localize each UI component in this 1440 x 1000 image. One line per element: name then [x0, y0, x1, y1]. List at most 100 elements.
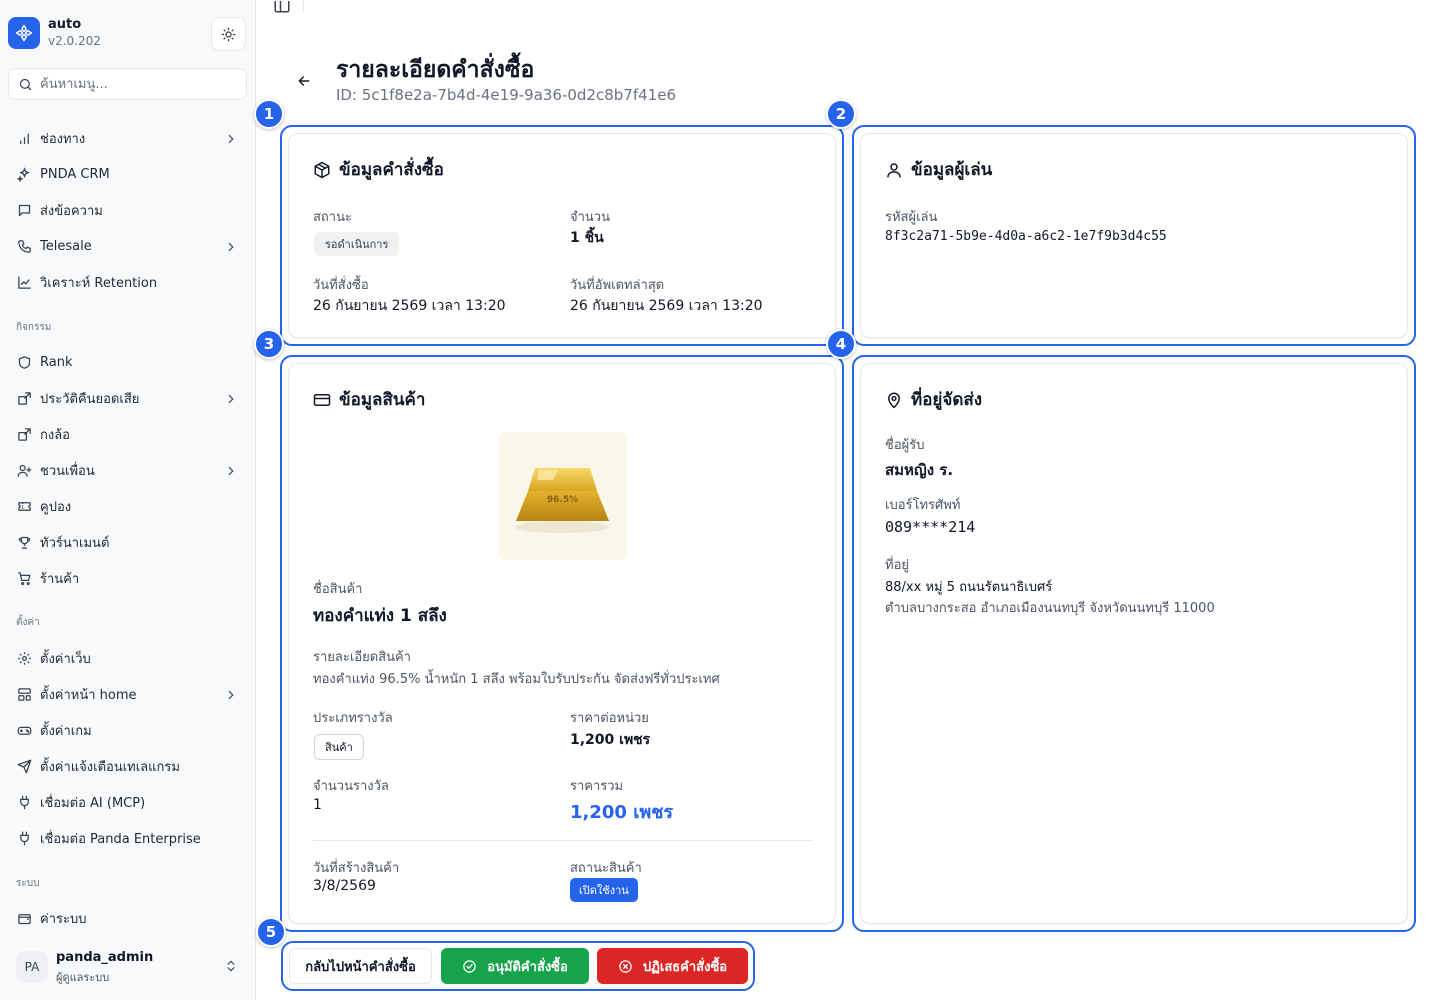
theme-toggle-button[interactable] — [211, 17, 246, 51]
card-title: ข้อมูลผู้เล่น — [911, 160, 993, 180]
user-name: panda_admin — [56, 950, 154, 965]
product-info-card: ข้อมูลสินค้า 96.5% ชื่อสินค้า ทองคำแท่ง … — [288, 363, 836, 924]
credit-card-icon — [313, 393, 331, 406]
sidebar-item-panda-enterprise[interactable]: เชื่อมต่อ Panda Enterprise — [8, 823, 248, 853]
approve-order-button[interactable]: อนุมัติคำสั่งซื้อ — [441, 948, 589, 984]
back-button[interactable] — [292, 70, 316, 92]
back-to-orders-button[interactable]: กลับไปหน้าคำสั่งซื้อ — [289, 948, 432, 984]
sidebar-item-system-values[interactable]: ค่าระบบ — [8, 903, 248, 933]
sidebar-item-label: Rank — [40, 354, 73, 370]
sidebar-item-coupons[interactable]: คูปอง — [8, 491, 248, 521]
card-title: ที่อยู่จัดส่ง — [911, 390, 983, 410]
sidebar-item-invite-friends[interactable]: ชวนเพื่อน — [8, 455, 248, 485]
address-line-2: ตำบลบางกระสอ อำเภอเมืองนนทบุรี จังหวัดนน… — [885, 601, 1215, 616]
sidebar-item-label: ตั้งค่าหน้า home — [40, 687, 137, 703]
message-icon — [16, 202, 32, 218]
chevron-right-icon — [224, 239, 238, 258]
chevron-right-icon — [224, 687, 238, 706]
sidebar-item-retention[interactable]: วิเคราะห์ Retention — [8, 267, 248, 297]
sidebar-item-label: ทัวร์นาเมนต์ — [40, 535, 110, 551]
sidebar-item-label: เชื่อมต่อ AI (MCP) — [40, 795, 146, 811]
product-image: 96.5% — [498, 432, 627, 560]
recipient-value: สมหญิง ร. — [885, 461, 954, 479]
recipient-label: ชื่อผู้รับ — [885, 438, 925, 453]
order-id: ID: 5c1f8e2a-7b4d-4e19-9a36-0d2c8b7f41e6 — [336, 86, 676, 104]
step-badge-5: 5 — [256, 917, 286, 947]
address-label: ที่อยู่ — [885, 558, 909, 573]
sidebar-item-send-message[interactable]: ส่งข้อความ — [8, 195, 248, 225]
sidebar-item-telegram-settings[interactable]: ตั้งค่าแจ้งเตือนเทเลแกรม — [8, 751, 248, 781]
reject-order-label: ปฏิเสธคำสั่งซื้อ — [642, 959, 728, 975]
sidebar-item-label: ตั้งค่าแจ้งเตือนเทเลแกรม — [40, 759, 180, 775]
reward-quantity-label: จำนวนรางวัล — [313, 779, 389, 794]
sidebar-item-channels[interactable]: ช่องทาง — [8, 123, 248, 153]
sidebar-item-game-settings[interactable]: ตั้งค่าเกม — [8, 715, 248, 745]
product-status-label: สถานะสินค้า — [570, 861, 642, 876]
check-circle-icon — [463, 959, 476, 973]
arrow-left-icon — [298, 76, 310, 86]
sidebar-item-shop[interactable]: ร้านค้า — [8, 563, 248, 593]
sidebar-toggle-icon[interactable] — [273, 0, 291, 19]
sidebar-item-label: เชื่อมต่อ Panda Enterprise — [40, 831, 201, 847]
quantity-label: จำนวน — [570, 210, 610, 225]
sidebar-item-ai-mcp[interactable]: เชื่อมต่อ AI (MCP) — [8, 787, 248, 817]
app-version: v2.0.202 — [48, 34, 101, 48]
plug-icon — [16, 794, 32, 810]
order-date-value: 26 กันยายน 2569 เวลา 13:20 — [313, 298, 506, 314]
layout-icon — [16, 686, 32, 702]
sidebar-item-cashback-history[interactable]: ประวัติคืนยอดเสีย — [8, 383, 248, 413]
product-detail-label: รายละเอียดสินค้า — [313, 650, 411, 665]
sidebar-item-telesale[interactable]: Telesale — [8, 231, 248, 261]
total-price-value: 1,200 เพชร — [570, 802, 674, 823]
phone-label: เบอร์โทรศัพท์ — [885, 498, 961, 513]
step-badge-1: 1 — [254, 99, 284, 129]
app-root: auto v2.0.202 ช่องทาง PNDA CRM ส่งข้อควา… — [0, 0, 1440, 1000]
section-label-settings: ตั้งค่า — [16, 617, 40, 628]
map-pin-icon — [888, 392, 900, 408]
reward-type-badge: สินค้า — [314, 734, 364, 760]
app-logo-icon[interactable] — [8, 17, 40, 49]
sidebar-item-label: ตั้งค่าเกม — [40, 723, 92, 739]
sun-icon — [221, 27, 236, 41]
send-icon — [16, 758, 32, 774]
trophy-icon — [16, 534, 32, 550]
package-icon — [314, 161, 330, 178]
status-label: สถานะ — [313, 210, 352, 225]
ticket-icon — [16, 498, 32, 514]
line-chart-icon — [16, 274, 32, 290]
unit-price-label: ราคาต่อหน่วย — [570, 711, 649, 726]
sidebar-item-label: PNDA CRM — [40, 166, 110, 182]
divider — [313, 840, 812, 841]
card-header: ข้อมูลสินค้า — [313, 386, 425, 413]
product-detail-value: ทองคำแท่ง 96.5% น้ำหนัก 1 สลึง พร้อมใบรั… — [313, 672, 720, 687]
sidebar-item-web-settings[interactable]: ตั้งค่าเว็บ — [8, 643, 248, 673]
reward-quantity-value: 1 — [313, 797, 322, 813]
sidebar-item-wheel[interactable]: กงล้อ — [8, 419, 248, 449]
sidebar-item-home-settings[interactable]: ตั้งค่าหน้า home — [8, 679, 248, 709]
step-badge-4: 4 — [826, 329, 856, 359]
search-icon — [19, 78, 32, 90]
chevron-right-icon — [224, 131, 238, 150]
order-info-card: ข้อมูลคำสั่งซื้อ สถานะ รอดำเนินการ จำนวน… — [288, 133, 836, 338]
box-arrow-icon — [16, 390, 32, 406]
reject-order-button[interactable]: ปฏิเสธคำสั่งซื้อ — [597, 948, 748, 984]
product-created-value: 3/8/2569 — [313, 878, 376, 894]
avatar: PA — [16, 951, 48, 983]
sidebar-item-label: กงล้อ — [40, 427, 70, 443]
sidebar-item-label: ร้านค้า — [40, 571, 80, 587]
sidebar-item-rank[interactable]: Rank — [8, 347, 248, 377]
sidebar-item-label: ประวัติคืนยอดเสีย — [40, 391, 140, 407]
status-badge: รอดำเนินการ — [314, 232, 400, 256]
sidebar-item-tournament[interactable]: ทัวร์นาเมนต์ — [8, 527, 248, 557]
section-label-activities: กิจกรรม — [16, 322, 52, 333]
sidebar-item-pnda-crm[interactable]: PNDA CRM — [8, 159, 248, 189]
user-menu[interactable]: PA panda_admin ผู้ดูแลระบบ — [8, 944, 248, 990]
sidebar-item-label: Telesale — [40, 238, 92, 254]
page-title: รายละเอียดคำสั่งซื้อ — [336, 57, 535, 83]
user-icon — [887, 162, 901, 177]
app-name: auto — [48, 17, 82, 32]
chevron-right-icon — [224, 463, 238, 482]
address-line-1: 88/xx หมู่ 5 ถนนรัตนาธิเบศร์ — [885, 580, 1053, 595]
menu-search-input[interactable] — [40, 76, 240, 92]
total-price-label: ราคารวม — [570, 779, 624, 794]
